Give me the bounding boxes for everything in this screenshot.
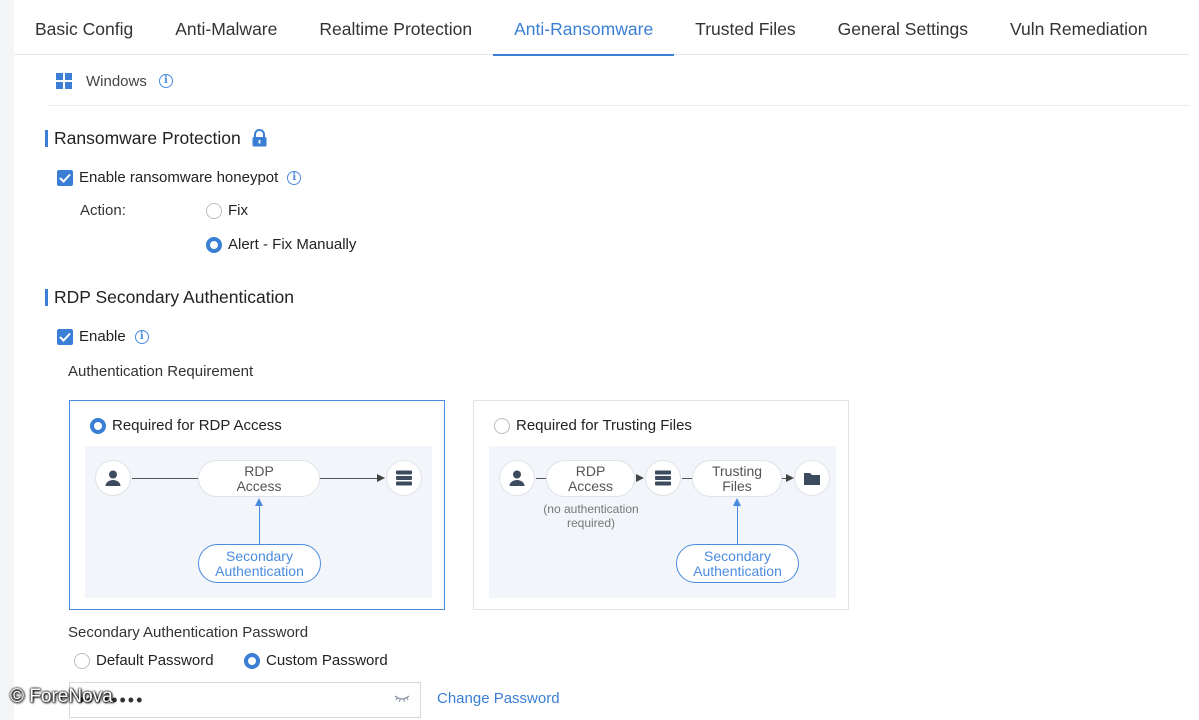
no-auth-note: (no authentication required) [543,502,639,530]
password-option-default[interactable]: Default Password [74,652,214,669]
arrow-right-icon [377,474,385,482]
info-icon[interactable]: i [287,170,302,185]
lock-icon [252,129,267,147]
fix-label: Fix [228,202,248,219]
tab-vuln-remediation[interactable]: Vuln Remediation [989,0,1169,55]
auth-requirement-label: Authentication Requirement [68,363,254,380]
info-icon[interactable]: i [134,329,149,344]
arrow-right-icon [786,474,794,482]
info-icon[interactable]: i [158,74,173,88]
os-label: Windows [86,72,147,90]
folder-icon [794,460,830,496]
honeypot-checkbox-row[interactable]: Enable ransomware honeypot i [57,169,302,186]
connector-line [737,504,739,544]
tab-bar: Basic Config Anti-Malware Realtime Prote… [14,0,1189,56]
tab-basic-config[interactable]: Basic Config [14,0,154,55]
section-title-ransomware: Ransomware Protection [45,127,268,149]
watermark: © ForeNova [10,686,113,707]
node-secondary-authentication: Secondary Authentication [676,544,799,583]
tab-trusted-files[interactable]: Trusted Files [674,0,817,55]
honeypot-label: Enable ransomware honeypot [79,169,279,186]
connector-line [259,504,261,544]
tab-general-settings[interactable]: General Settings [817,0,989,55]
custom-password-radio[interactable] [244,652,260,669]
rdp-enable-checkbox[interactable] [57,328,73,345]
arrow-right-icon [636,474,644,482]
windows-icon [56,73,72,89]
alert-fix-manually-radio[interactable] [206,236,222,253]
card-rdp-access-option[interactable]: Required for RDP Access [90,417,282,434]
rdp-enable-row[interactable]: Enable i [57,328,149,345]
server-icon [645,460,681,496]
tab-anti-malware[interactable]: Anti-Malware [154,0,298,55]
user-icon [95,460,131,496]
password-section-label: Secondary Authentication Password [68,624,309,641]
section-title-text: RDP Secondary Authentication [54,286,294,307]
connector-line [132,478,198,480]
rdp-access-radio[interactable] [90,417,106,434]
divider [48,105,1189,106]
action-label: Action: [80,202,126,219]
diagram-trusting-files: RDP Access Trusting Files (no authenticati… [489,446,836,598]
policy-page: Basic Config Anti-Malware Realtime Prote… [14,0,1199,720]
tab-realtime-protection[interactable]: Realtime Protection [298,0,493,55]
node-rdp-access: RDP Access [198,460,320,497]
connector-line [320,478,378,480]
card-trusting-files[interactable]: Required for Trusting Files RDP Access Tr… [473,400,849,610]
custom-password-label: Custom Password [266,652,388,669]
rdp-enable-label: Enable [79,328,126,345]
password-option-custom[interactable]: Custom Password [244,652,388,669]
section-title-rdp: RDP Secondary Authentication [45,286,294,308]
tab-anti-ransomware[interactable]: Anti-Ransomware [493,0,675,56]
connector-line [682,478,692,480]
card-label: Required for RDP Access [112,417,282,434]
os-selector[interactable]: Windows i [56,68,173,94]
action-option-alert[interactable]: Alert - Fix Manually [206,236,356,253]
change-password-link[interactable]: Change Password [437,690,560,707]
password-input[interactable]: •••••••• [69,682,421,718]
honeypot-checkbox[interactable] [57,169,73,186]
diagram-rdp-access: RDP Access Secondary Authentication [85,446,432,598]
section-title-text: Ransomware Protection [54,127,241,148]
action-option-fix[interactable]: Fix [206,202,248,219]
node-secondary-authentication: Secondary Authentication [198,544,321,583]
node-trusting-files: Trusting Files [692,460,782,497]
card-rdp-access[interactable]: Required for RDP Access RDP Access Second… [69,400,445,610]
trusting-files-radio[interactable] [494,417,510,434]
connector-line [536,478,546,480]
card-label: Required for Trusting Files [516,417,692,434]
alert-fix-manually-label: Alert - Fix Manually [228,236,357,253]
default-password-radio[interactable] [74,652,90,669]
card-trusting-files-option[interactable]: Required for Trusting Files [494,417,692,434]
default-password-label: Default Password [96,652,214,669]
fix-radio[interactable] [206,202,222,219]
eye-closed-icon[interactable] [394,695,410,703]
server-icon [386,460,422,496]
user-icon [499,460,535,496]
node-rdp-access: RDP Access [546,460,635,497]
